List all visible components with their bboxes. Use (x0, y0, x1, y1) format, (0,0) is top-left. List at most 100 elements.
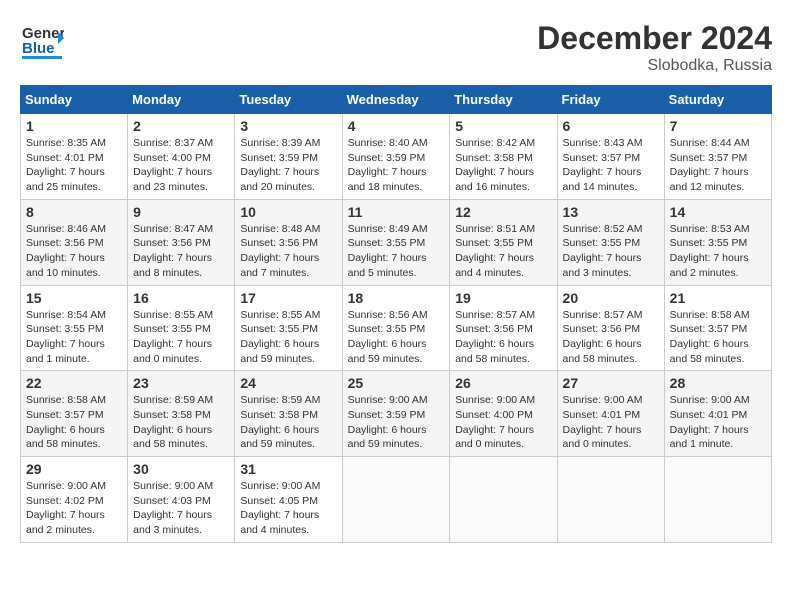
col-thursday: Thursday (450, 86, 557, 114)
day-info: Sunrise: 9:00 AMSunset: 4:02 PMDaylight:… (26, 479, 122, 538)
day-info: Sunrise: 8:51 AMSunset: 3:55 PMDaylight:… (455, 222, 551, 281)
calendar-cell: 7 Sunrise: 8:44 AMSunset: 3:57 PMDaylight… (664, 114, 771, 200)
day-number: 8 (26, 204, 122, 220)
day-number: 19 (455, 290, 551, 306)
day-number: 5 (455, 118, 551, 134)
calendar-cell: 10 Sunrise: 8:48 AMSunset: 3:56 PMDayligh… (235, 199, 342, 285)
col-tuesday: Tuesday (235, 86, 342, 114)
day-number: 7 (670, 118, 766, 134)
calendar-cell: 3Sunrise: 8:39 AMSunset: 3:59 PMDaylight… (235, 114, 342, 200)
week-row-3: 15 Sunrise: 8:54 AMSunset: 3:55 PMDayligh… (21, 285, 772, 371)
day-number: 22 (26, 375, 122, 391)
day-number: 24 (240, 375, 336, 391)
day-info: Sunrise: 8:52 AMSunset: 3:55 PMDaylight:… (563, 222, 659, 281)
calendar-cell: 15 Sunrise: 8:54 AMSunset: 3:55 PMDayligh… (21, 285, 128, 371)
calendar-cell (557, 457, 664, 543)
day-number: 6 (563, 118, 659, 134)
calendar-cell: 16 Sunrise: 8:55 AMSunset: 3:55 PMDayligh… (128, 285, 235, 371)
calendar-cell: 28Sunrise: 9:00 AMSunset: 4:01 PMDayligh… (664, 371, 771, 457)
calendar-cell: 21 Sunrise: 8:58 AMSunset: 3:57 PMDayligh… (664, 285, 771, 371)
calendar-cell: 5 Sunrise: 8:42 AMSunset: 3:58 PMDaylight… (450, 114, 557, 200)
week-row-4: 22 Sunrise: 8:58 AMSunset: 3:57 PMDayligh… (21, 371, 772, 457)
calendar-cell: 31Sunrise: 9:00 AMSunset: 4:05 PMDayligh… (235, 457, 342, 543)
svg-text:Blue: Blue (22, 40, 55, 57)
day-info: Sunrise: 8:56 AMSunset: 3:55 PMDaylight:… (348, 308, 445, 367)
logo: General Blue (20, 20, 64, 60)
page-header: General Blue December 2024 Slobodka, Rus… (20, 20, 772, 75)
day-info: Sunrise: 9:00 AMSunset: 4:03 PMDaylight:… (133, 479, 229, 538)
calendar-cell: 19 Sunrise: 8:57 AMSunset: 3:56 PMDayligh… (450, 285, 557, 371)
calendar-cell: 11Sunrise: 8:49 AMSunset: 3:55 PMDayligh… (342, 199, 450, 285)
day-number: 14 (670, 204, 766, 220)
calendar-cell: 17Sunrise: 8:55 AMSunset: 3:55 PMDayligh… (235, 285, 342, 371)
calendar-cell: 20Sunrise: 8:57 AMSunset: 3:56 PMDayligh… (557, 285, 664, 371)
calendar-cell: 12 Sunrise: 8:51 AMSunset: 3:55 PMDayligh… (450, 199, 557, 285)
calendar-cell: 25 Sunrise: 9:00 AMSunset: 3:59 PMDayligh… (342, 371, 450, 457)
day-info: Sunrise: 8:59 AMSunset: 3:58 PMDaylight:… (240, 393, 336, 452)
day-number: 12 (455, 204, 551, 220)
col-wednesday: Wednesday (342, 86, 450, 114)
day-number: 23 (133, 375, 229, 391)
col-saturday: Saturday (664, 86, 771, 114)
calendar-cell: 1Sunrise: 8:35 AMSunset: 4:01 PMDaylight… (21, 114, 128, 200)
calendar-cell: 4Sunrise: 8:40 AMSunset: 3:59 PMDaylight… (342, 114, 450, 200)
day-info: Sunrise: 8:55 AMSunset: 3:55 PMDaylight:… (240, 308, 336, 367)
day-number: 31 (240, 461, 336, 477)
calendar-cell (342, 457, 450, 543)
calendar-table: Sunday Monday Tuesday Wednesday Thursday… (20, 85, 772, 543)
day-info: Sunrise: 8:53 AMSunset: 3:55 PMDaylight:… (670, 222, 766, 281)
title-section: December 2024 Slobodka, Russia (537, 20, 772, 75)
calendar-cell: 14 Sunrise: 8:53 AMSunset: 3:55 PMDayligh… (664, 199, 771, 285)
day-info: Sunrise: 9:00 AMSunset: 3:59 PMDaylight:… (348, 393, 445, 452)
day-number: 25 (348, 375, 445, 391)
calendar-header-row: Sunday Monday Tuesday Wednesday Thursday… (21, 86, 772, 114)
day-info: Sunrise: 8:37 AMSunset: 4:00 PMDaylight:… (133, 136, 229, 195)
calendar-cell: 27 Sunrise: 9:00 AMSunset: 4:01 PMDayligh… (557, 371, 664, 457)
day-info: Sunrise: 8:59 AMSunset: 3:58 PMDaylight:… (133, 393, 229, 452)
day-number: 16 (133, 290, 229, 306)
day-number: 20 (563, 290, 659, 306)
day-number: 15 (26, 290, 122, 306)
col-friday: Friday (557, 86, 664, 114)
day-info: Sunrise: 8:44 AMSunset: 3:57 PMDaylight:… (670, 136, 766, 195)
col-monday: Monday (128, 86, 235, 114)
location-subtitle: Slobodka, Russia (537, 57, 772, 75)
day-info: Sunrise: 8:46 AMSunset: 3:56 PMDaylight:… (26, 222, 122, 281)
day-number: 13 (563, 204, 659, 220)
calendar-cell: 26 Sunrise: 9:00 AMSunset: 4:00 PMDayligh… (450, 371, 557, 457)
calendar-cell: 6 Sunrise: 8:43 AMSunset: 3:57 PMDaylight… (557, 114, 664, 200)
calendar-cell: 13 Sunrise: 8:52 AMSunset: 3:55 PMDayligh… (557, 199, 664, 285)
calendar-cell: 18Sunrise: 8:56 AMSunset: 3:55 PMDayligh… (342, 285, 450, 371)
day-info: Sunrise: 8:54 AMSunset: 3:55 PMDaylight:… (26, 308, 122, 367)
day-number: 10 (240, 204, 336, 220)
day-number: 30 (133, 461, 229, 477)
day-number: 9 (133, 204, 229, 220)
day-number: 2 (133, 118, 229, 134)
day-info: Sunrise: 8:42 AMSunset: 3:58 PMDaylight:… (455, 136, 551, 195)
calendar-cell: 29Sunrise: 9:00 AMSunset: 4:02 PMDayligh… (21, 457, 128, 543)
calendar-cell: 2 Sunrise: 8:37 AMSunset: 4:00 PMDaylight… (128, 114, 235, 200)
logo-icon: General Blue (20, 20, 64, 60)
day-number: 21 (670, 290, 766, 306)
day-info: Sunrise: 9:00 AMSunset: 4:00 PMDaylight:… (455, 393, 551, 452)
calendar-cell: 30 Sunrise: 9:00 AMSunset: 4:03 PMDayligh… (128, 457, 235, 543)
day-info: Sunrise: 8:55 AMSunset: 3:55 PMDaylight:… (133, 308, 229, 367)
day-info: Sunrise: 8:39 AMSunset: 3:59 PMDaylight:… (240, 136, 336, 195)
calendar-cell (664, 457, 771, 543)
calendar-cell (450, 457, 557, 543)
calendar-cell: 22 Sunrise: 8:58 AMSunset: 3:57 PMDayligh… (21, 371, 128, 457)
day-info: Sunrise: 9:00 AMSunset: 4:01 PMDaylight:… (563, 393, 659, 452)
day-info: Sunrise: 8:58 AMSunset: 3:57 PMDaylight:… (670, 308, 766, 367)
day-number: 27 (563, 375, 659, 391)
day-info: Sunrise: 8:48 AMSunset: 3:56 PMDaylight:… (240, 222, 336, 281)
day-info: Sunrise: 8:57 AMSunset: 3:56 PMDaylight:… (455, 308, 551, 367)
day-info: Sunrise: 8:58 AMSunset: 3:57 PMDaylight:… (26, 393, 122, 452)
calendar-cell: 8 Sunrise: 8:46 AMSunset: 3:56 PMDaylight… (21, 199, 128, 285)
day-info: Sunrise: 8:40 AMSunset: 3:59 PMDaylight:… (348, 136, 445, 195)
day-info: Sunrise: 8:49 AMSunset: 3:55 PMDaylight:… (348, 222, 445, 281)
day-info: Sunrise: 8:43 AMSunset: 3:57 PMDaylight:… (563, 136, 659, 195)
week-row-5: 29Sunrise: 9:00 AMSunset: 4:02 PMDayligh… (21, 457, 772, 543)
day-number: 26 (455, 375, 551, 391)
day-number: 1 (26, 118, 122, 134)
calendar-cell: 23 Sunrise: 8:59 AMSunset: 3:58 PMDayligh… (128, 371, 235, 457)
